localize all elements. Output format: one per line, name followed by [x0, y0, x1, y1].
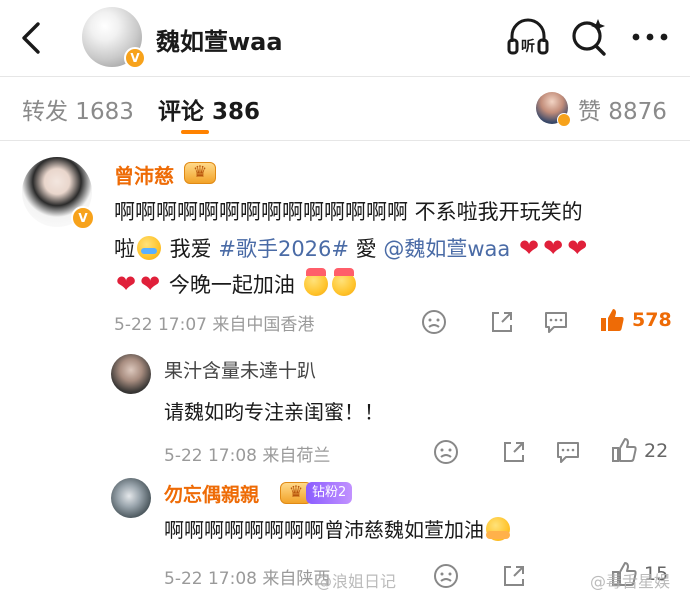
more-icon[interactable]	[628, 22, 672, 52]
heart-emoji-icon: ❤	[543, 234, 564, 262]
share-icon[interactable]	[488, 308, 516, 336]
like-count: 578	[632, 309, 672, 331]
crying-emoji-icon	[137, 236, 161, 260]
reply-comment-icon[interactable]	[554, 438, 582, 466]
dislike-face-icon[interactable]	[420, 308, 448, 336]
like-count: 22	[644, 440, 669, 462]
reply-meta: 5-22 17:08 来自荷兰	[164, 446, 331, 466]
verified-badge	[557, 113, 571, 127]
comment-text: 我爱	[163, 237, 219, 261]
back-icon[interactable]	[14, 20, 48, 56]
share-icon[interactable]	[500, 562, 528, 590]
reply-avatar[interactable]	[111, 354, 151, 394]
dislike-face-icon[interactable]	[432, 562, 460, 590]
party-emoji-icon	[331, 268, 356, 296]
comment-text: 愛	[349, 237, 384, 261]
author-name[interactable]: 魏如萱waa	[156, 22, 283, 57]
watermark: @浪姐日记	[316, 572, 397, 591]
watermark: @毒舌星娱	[590, 572, 671, 591]
verified-badge: V	[71, 206, 95, 230]
comment-text-line: ❤ ❤ 今晚一起加油	[114, 266, 674, 303]
comment-text-line: 啊啊啊啊啊啊啊啊啊啊啊啊啊啊 不系啦我开玩笑的	[114, 200, 583, 224]
active-tab-indicator	[181, 130, 209, 134]
dislike-face-icon[interactable]	[432, 438, 460, 466]
header-divider	[0, 76, 690, 77]
liker-avatar[interactable]	[536, 92, 571, 127]
verified-badge: V	[124, 47, 146, 69]
comment-text-line: 啦 我爱 #歌手2026# 愛 @魏如萱waa ❤ ❤ ❤	[114, 230, 674, 267]
comment-meta: 5-22 17:07 来自中国香港	[114, 315, 315, 335]
heart-emoji-icon: ❤	[140, 270, 161, 298]
tab-likes[interactable]: 赞 8876	[578, 92, 667, 126]
tab-comments[interactable]: 评论 386	[158, 92, 260, 126]
heart-emoji-icon: ❤	[567, 234, 588, 262]
reply-text-content: 啊啊啊啊啊啊啊啊曾沛慈魏如萱加油	[164, 518, 484, 542]
topic-link[interactable]: #歌手2026#	[218, 237, 349, 261]
party-emoji-icon	[303, 268, 328, 296]
comment-text: 今晚一起加油	[162, 273, 295, 297]
share-icon[interactable]	[500, 438, 528, 466]
hug-emoji-icon	[486, 517, 510, 541]
commenter-name[interactable]: 曾沛慈	[114, 160, 174, 189]
heart-emoji-icon: ❤	[116, 270, 137, 298]
reply-username[interactable]: 勿忘偶親親	[164, 480, 259, 507]
tab-repost[interactable]: 转发 1683	[22, 92, 134, 126]
comment-text: 啦	[114, 237, 135, 261]
author-avatar[interactable]: V	[82, 7, 146, 69]
reply-comment-icon[interactable]	[542, 308, 570, 336]
heart-emoji-icon: ❤	[518, 234, 540, 262]
thumb-up-icon[interactable]	[610, 436, 638, 464]
fan-level-badge[interactable]: 钻粉2	[306, 482, 353, 504]
mention-link[interactable]: @魏如萱waa	[383, 237, 510, 261]
reply-text: 啊啊啊啊啊啊啊啊曾沛慈魏如萱加油	[164, 514, 512, 543]
listen-label: 听	[521, 38, 535, 55]
top-bar: V 魏如萱waa 听	[0, 0, 690, 76]
listen-icon[interactable]: 听	[506, 16, 550, 58]
tabs-divider	[0, 140, 690, 141]
reply-text: 请魏如昀专注亲闺蜜！！	[164, 400, 384, 424]
liked-thumb-icon[interactable]	[598, 306, 626, 334]
reply-username[interactable]: 果汁含量未達十趴	[164, 356, 316, 383]
commenter-avatar[interactable]: V	[22, 157, 95, 230]
reply-meta: 5-22 17:08 来自陕西	[164, 569, 331, 589]
search-icon[interactable]	[570, 16, 608, 58]
crown-badge-icon[interactable]	[184, 162, 216, 184]
reply-avatar[interactable]	[111, 478, 151, 518]
